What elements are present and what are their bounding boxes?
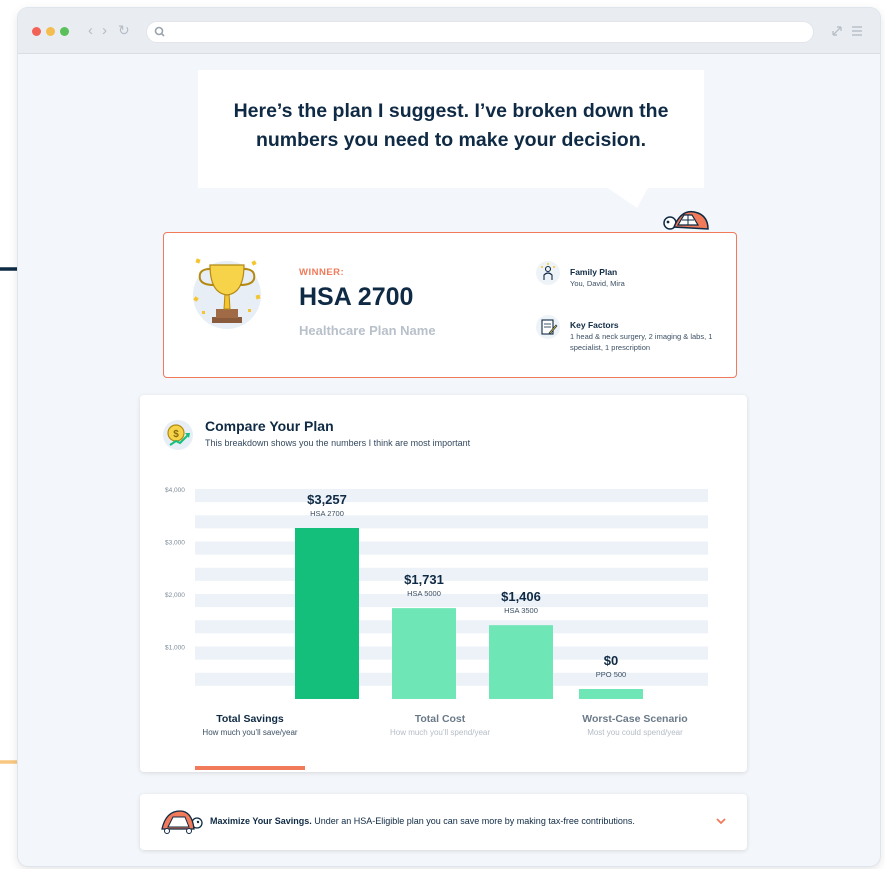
family-plan-title: Family Plan	[570, 267, 618, 277]
forward-icon[interactable]: ›	[102, 22, 107, 39]
bar-value-label: $0	[604, 653, 618, 668]
recommendation-message: Here’s the plan I suggest. I’ve broken d…	[233, 100, 669, 151]
chevron-down-icon[interactable]	[715, 816, 727, 826]
speech-bubble-tail	[604, 186, 660, 208]
menu-icon[interactable]	[850, 24, 864, 38]
savings-message-bold: Maximize Your Savings.	[210, 816, 312, 826]
key-factors-icon	[536, 315, 560, 339]
chart-stripe	[195, 515, 708, 529]
fullscreen-icon[interactable]	[830, 24, 844, 38]
family-plan-members: You, David, Mira	[570, 279, 625, 288]
y-tick-label: $4,000	[165, 487, 185, 494]
bar	[392, 608, 456, 699]
bar	[295, 528, 359, 699]
tab-title: Total Savings	[216, 713, 284, 725]
savings-bar-chart: $4,000 $3,000 $2,000 $1,000 $3,257 HSA 2700 $1…	[165, 487, 708, 699]
compare-plan-card: $ Compare Your Plan This breakdown shows…	[140, 395, 747, 772]
winner-label: WINNER:	[299, 267, 345, 278]
address-bar[interactable]	[146, 21, 814, 43]
tab-total-cost[interactable]: Total Cost How much you’ll spend/year	[360, 713, 520, 737]
chart-stripe	[195, 489, 708, 503]
chart-stripe	[195, 567, 708, 581]
savings-message-text: Under an HSA-Eligible plan you can save …	[311, 816, 635, 826]
tab-desc: How much you’ll spend/year	[389, 728, 491, 737]
reload-icon[interactable]: ↻	[118, 22, 130, 39]
compare-title: Compare Your Plan	[205, 418, 334, 434]
back-icon[interactable]: ‹	[88, 22, 93, 39]
bar	[579, 689, 643, 699]
speech-bubble: Here’s the plan I suggest. I’ve broken d…	[198, 70, 704, 188]
winner-plan-name: HSA 2700	[299, 283, 414, 311]
y-tick-label: $1,000	[165, 645, 185, 652]
savings-growth-icon: $	[163, 420, 193, 450]
y-tick-label: $2,000	[165, 592, 185, 599]
winner-plan-subtitle: Healthcare Plan Name	[299, 323, 436, 338]
chart-stripe	[195, 541, 708, 555]
key-factors-desc: 1 head & neck surgery, 2 imaging & labs,…	[570, 332, 713, 352]
tab-total-savings[interactable]: Total Savings How much you’ll save/year	[170, 713, 330, 737]
search-icon	[154, 26, 165, 37]
tab-worst-case[interactable]: Worst-Case Scenario Most you could spend…	[555, 713, 715, 737]
close-dot-icon[interactable]	[32, 27, 41, 36]
active-tab-indicator	[195, 766, 305, 770]
bar-value-label: $1,731	[404, 572, 444, 587]
bar-category-label: HSA 2700	[310, 509, 344, 518]
minimize-dot-icon[interactable]	[46, 27, 55, 36]
family-icon	[536, 261, 560, 285]
y-tick-label: $3,000	[165, 540, 185, 547]
trophy-icon	[193, 258, 261, 329]
tab-title: Total Cost	[414, 713, 466, 725]
savings-message: Maximize Your Savings. Under an HSA-Elig…	[210, 816, 635, 826]
chart-stripe	[195, 594, 708, 608]
tab-desc: How much you’ll save/year	[202, 728, 298, 737]
bar	[489, 625, 553, 699]
bar-value-label: $3,257	[307, 492, 347, 507]
key-factors-title: Key Factors	[570, 320, 619, 330]
bar-value-label: $1,406	[501, 589, 541, 604]
maximize-dot-icon[interactable]	[60, 27, 69, 36]
browser-titlebar: ‹ › ↻	[18, 8, 880, 54]
bar-category-label: PPO 500	[596, 670, 626, 679]
bar-category-label: HSA 5000	[407, 589, 441, 598]
tab-desc: Most you could spend/year	[587, 728, 683, 737]
browser-window: ‹ › ↻ Here’s the plan I suggest. I’ve br…	[18, 8, 880, 866]
compare-subtitle: This breakdown shows you the numbers I t…	[205, 438, 471, 448]
turtle-icon	[161, 810, 203, 834]
bar-category-label: HSA 3500	[504, 606, 538, 615]
maximize-savings-banner[interactable]: Maximize Your Savings. Under an HSA-Elig…	[140, 794, 747, 850]
tab-title: Worst-Case Scenario	[582, 713, 688, 725]
winner-card: WINNER: HSA 2700 Healthcare Plan Name Fa…	[163, 232, 737, 378]
turtle-mascot-icon	[663, 210, 709, 230]
svg-text:$: $	[173, 429, 179, 440]
